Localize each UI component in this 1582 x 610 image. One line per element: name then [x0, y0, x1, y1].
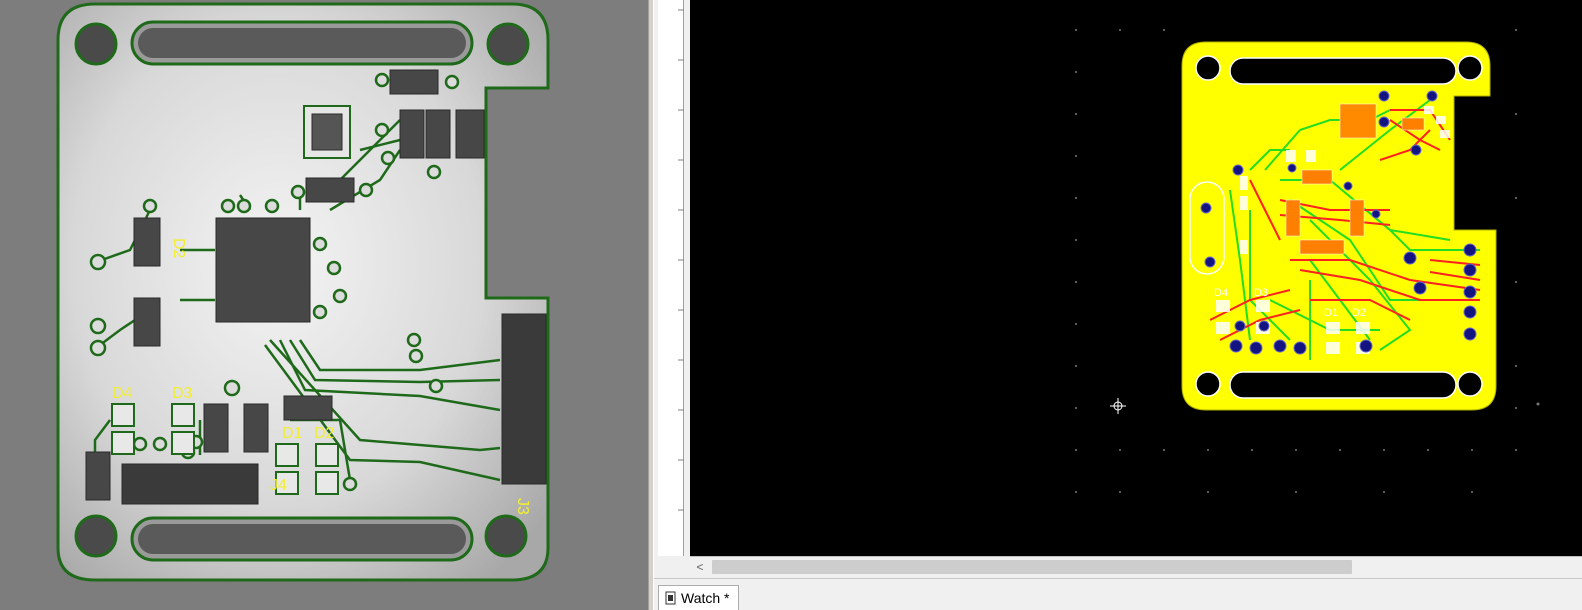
capacitor: [399, 109, 425, 159]
slot: [1229, 371, 1457, 399]
scroll-left-arrow-icon[interactable]: <: [692, 559, 708, 575]
silkscreen-label: J4: [270, 477, 287, 494]
mounting-hole: [74, 514, 118, 558]
pcb-layout-canvas[interactable]: D4 D3 D2 D1: [690, 0, 1582, 556]
silkscreen-label: D2: [314, 425, 335, 442]
header-j4: [121, 463, 259, 505]
horizontal-scrollbar[interactable]: <: [690, 556, 1582, 578]
mounting-hole: [484, 514, 528, 558]
pcb-board-copper: [1181, 41, 1497, 411]
qfn-footprint: [1339, 103, 1377, 139]
board-3d-render: D4 D3 D2 D1 D2 J4 J3: [56, 2, 550, 582]
silkscreen-label: D4: [112, 385, 133, 402]
crosshair-cursor-icon: [1110, 398, 1126, 414]
mounting-hole: [486, 22, 530, 66]
resistor: [203, 403, 229, 453]
hole: [1195, 55, 1221, 81]
silkscreen-label: D3: [172, 385, 193, 402]
silkscreen-label: D3: [1254, 287, 1268, 299]
tab-watch[interactable]: Watch *: [658, 585, 739, 610]
hole: [1457, 371, 1483, 397]
vertical-ruler: [658, 0, 684, 556]
watch-document-icon: [665, 591, 676, 605]
silkscreen-label: D1: [1324, 307, 1338, 319]
diode: [283, 395, 333, 421]
header-j3: [501, 313, 547, 485]
pcb-editor-pane: D4 D3 D2 D1 < Watch *: [654, 0, 1582, 610]
ruler-ticks: [678, 9, 684, 511]
capacitor: [455, 109, 485, 159]
resistor: [243, 403, 269, 453]
bottom-tab-bar: Watch *: [654, 578, 1582, 610]
mounting-hole: [74, 22, 118, 66]
tab-watch-label: Watch *: [681, 590, 730, 606]
resistor: [133, 217, 161, 267]
scrollbar-thumb[interactable]: [712, 560, 1352, 574]
silkscreen-label: D1: [282, 425, 303, 442]
silkscreen-label: D4: [1214, 287, 1228, 299]
diode: [305, 177, 355, 203]
hole: [1457, 55, 1483, 81]
slot: [1229, 57, 1457, 85]
board-3d-render-view[interactable]: D4 D3 D2 D1 D2 J4 J3: [0, 0, 648, 610]
silkscreen-label: D2: [170, 238, 187, 259]
capacitor: [85, 451, 111, 501]
hole: [1195, 371, 1221, 397]
silkscreen-label: D2: [1352, 307, 1366, 319]
resistor: [133, 297, 161, 347]
mcu-chip: [215, 217, 311, 323]
diode: [389, 69, 439, 95]
silkscreen-label: J3: [514, 498, 531, 515]
pcb-layout: D4 D3 D2 D1: [1075, 29, 1540, 493]
capacitor: [425, 109, 451, 159]
